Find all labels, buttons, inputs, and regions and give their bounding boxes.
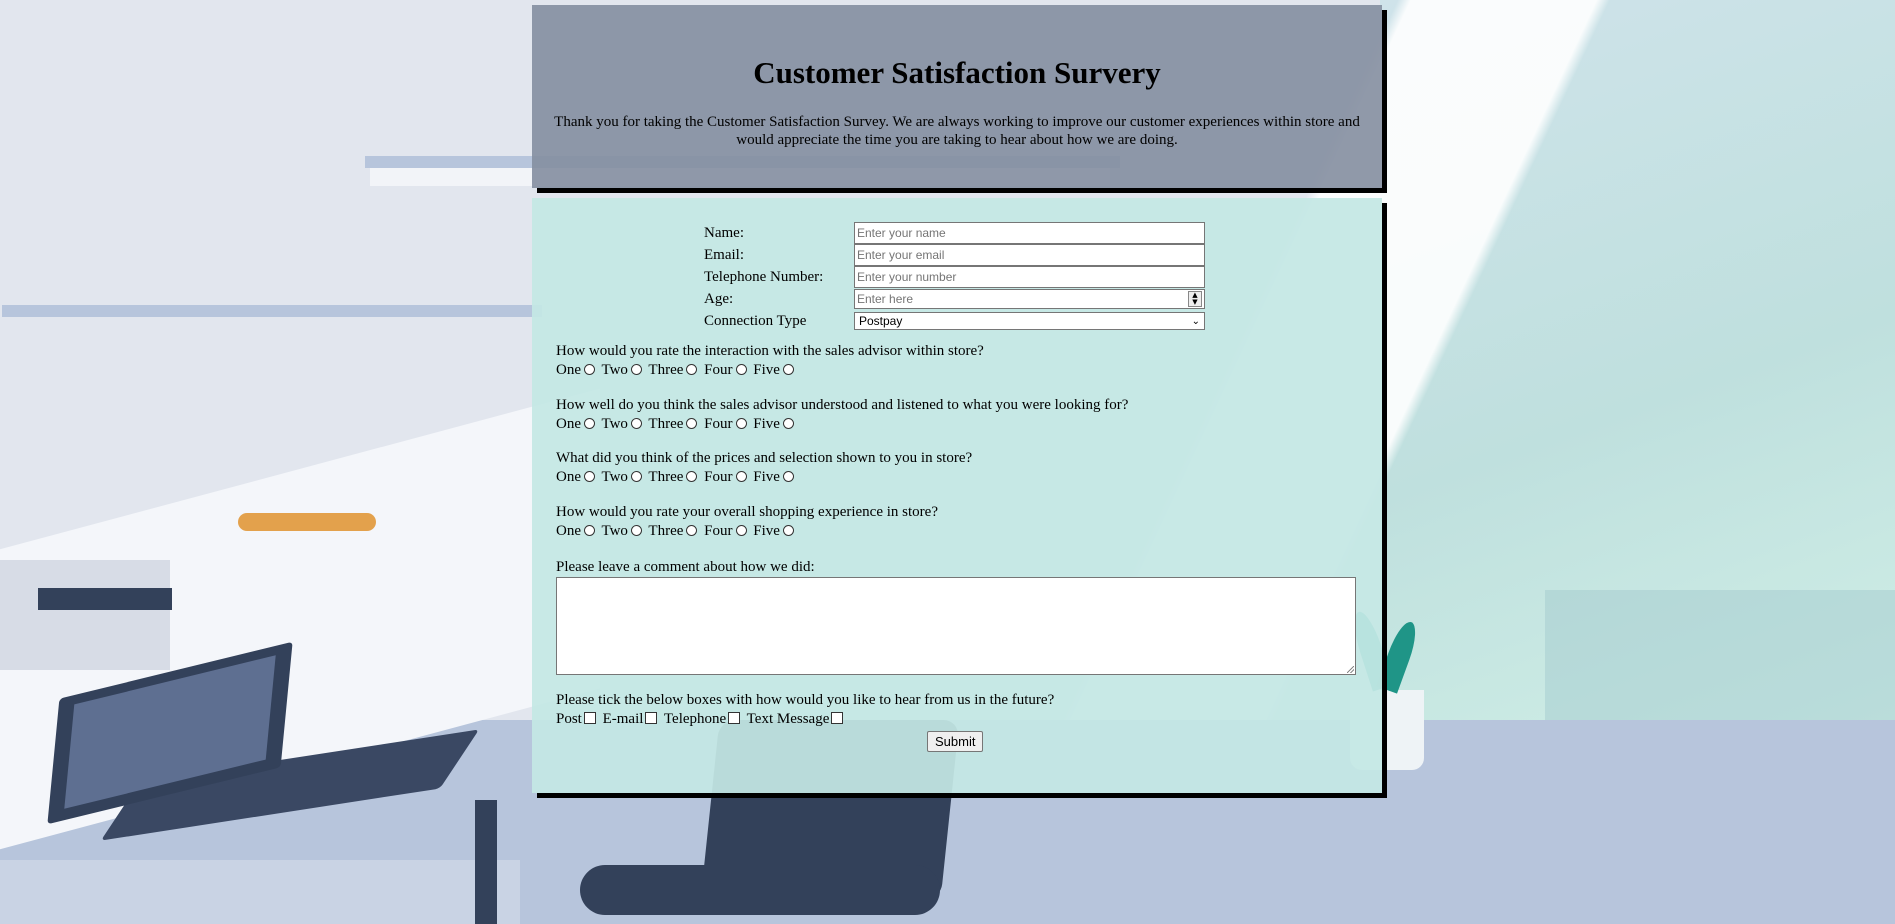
question-1-text: How would you rate the interaction with … [556,343,984,359]
rating-radio-one[interactable] [584,418,595,429]
rating-radio-four[interactable] [735,471,747,482]
option-label: Post [556,711,582,727]
option-label: Three [648,469,684,485]
rating-radio-one[interactable] [584,471,595,482]
rating-radio-five[interactable] [782,471,794,482]
email-checkbox[interactable] [645,712,658,724]
rating-radio-four[interactable] [735,364,747,375]
connection-type-select[interactable]: Postpay ⌄ [854,312,1205,330]
rating-radio-two[interactable] [630,471,642,482]
age-field: ▲▼ [854,289,1205,309]
survey-header: Customer Satisfaction Survery Thank you … [532,5,1382,188]
name-input[interactable] [854,222,1205,244]
rating-radio-two[interactable] [630,418,642,429]
age-label: Age: [704,290,734,307]
submit-button[interactable]: Submit [927,731,984,752]
option-label: One [556,362,581,378]
rating-radio-five[interactable] [782,525,794,536]
option-label: Four [704,523,733,539]
name-label: Name: [704,224,744,241]
rating-radio-three[interactable] [686,525,698,536]
option-label: Three [648,416,684,432]
option-label: One [556,523,581,539]
question-2-options: One Two Three Four Five [556,415,1128,434]
option-label: Five [753,469,780,485]
text-message-checkbox[interactable] [831,712,844,724]
option-label: Four [704,416,733,432]
option-label: Telephone [663,711,727,727]
option-label: Three [648,362,684,378]
contact-preferences: Please tick the below boxes with how wou… [556,691,1054,729]
rating-radio-four[interactable] [735,418,747,429]
intro-text: Thank you for taking the Customer Satisf… [554,114,1360,148]
question-2: How well do you think the sales advisor … [556,396,1128,434]
rating-radio-one[interactable] [584,525,595,536]
telephone-label: Telephone Number: [704,268,824,285]
option-label: One [556,469,581,485]
chevron-down-icon: ⌄ [1191,316,1200,327]
option-label: Five [753,523,780,539]
rating-radio-four[interactable] [735,525,747,536]
option-label: Two [601,362,628,378]
rating-radio-three[interactable] [686,364,698,375]
option-label: Five [753,416,780,432]
option-label: Text Message [746,711,830,727]
telephone-input[interactable] [854,266,1205,288]
option-label: Five [753,362,780,378]
option-label: One [556,416,581,432]
rating-radio-one[interactable] [584,364,595,375]
email-input[interactable] [854,244,1205,266]
comment-textarea[interactable] [556,577,1356,675]
option-label: E-mail [602,711,644,727]
post-checkbox[interactable] [583,712,596,724]
question-4-options: One Two Three Four Five [556,522,938,541]
resize-grip-icon[interactable] [1347,666,1354,673]
rating-radio-two[interactable] [630,364,642,375]
question-4: How would you rate your overall shopping… [556,503,938,541]
question-3-text: What did you think of the prices and sel… [556,450,973,466]
rating-radio-two[interactable] [630,525,642,536]
rating-radio-three[interactable] [686,418,698,429]
question-1-options: One Two Three Four Five [556,361,984,380]
rating-radio-five[interactable] [782,364,794,375]
connection-type-label: Connection Type [704,312,807,329]
option-label: Two [601,469,628,485]
question-3-options: One Two Three Four Five [556,468,972,487]
survey-form: Name: Email: Telephone Number: Age: ▲▼ C… [532,198,1382,793]
email-label: Email: [704,246,744,263]
age-spinner[interactable]: ▲ ▼ [1188,291,1202,307]
contact-options: Post E-mail Telephone Text Message [556,710,1054,729]
comment-label: Please leave a comment about how we did: [556,559,815,575]
question-2-text: How well do you think the sales advisor … [556,397,1129,413]
question-3: What did you think of the prices and sel… [556,449,972,487]
telephone-checkbox[interactable] [728,712,741,724]
question-4-text: How would you rate your overall shopping… [556,504,938,520]
page-title: Customer Satisfaction Survery [753,55,1161,90]
option-label: Four [704,362,733,378]
question-1: How would you rate the interaction with … [556,342,984,380]
connection-type-value: Postpay [859,314,903,328]
option-label: Two [601,523,628,539]
age-input[interactable] [854,289,1205,309]
option-label: Three [648,523,684,539]
rating-radio-three[interactable] [686,471,698,482]
rating-radio-five[interactable] [782,418,794,429]
option-label: Four [704,469,733,485]
contact-details-table: Name: Email: Telephone Number: Age: ▲▼ C… [704,222,1205,332]
option-label: Two [601,416,628,432]
contact-question: Please tick the below boxes with how wou… [556,692,1055,708]
